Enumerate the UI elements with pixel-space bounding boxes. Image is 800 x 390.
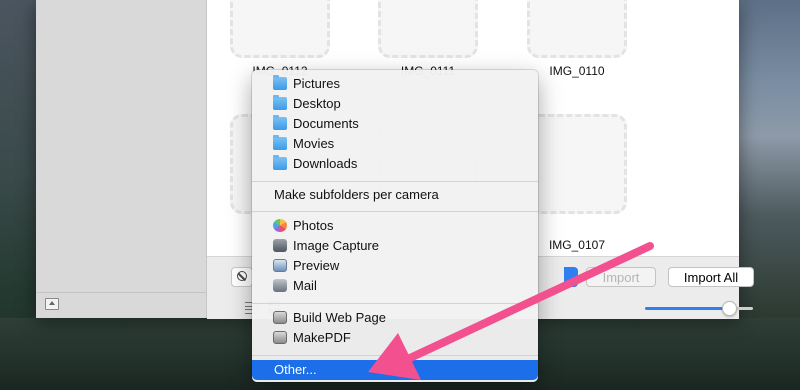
- image-thumbnail[interactable]: [527, 0, 627, 58]
- folder-icon: [273, 135, 287, 150]
- thumbnail-size-slider-knob[interactable]: [722, 301, 738, 316]
- menu-item-label: Movies: [293, 136, 335, 151]
- automator-icon: [273, 311, 287, 324]
- folder-icon: [273, 155, 287, 170]
- import-button[interactable]: Import: [586, 267, 656, 287]
- menu-separator: [252, 303, 538, 304]
- image-thumbnail[interactable]: [230, 0, 330, 58]
- menu-separator: [252, 211, 538, 212]
- menu-item-label: Photos: [293, 218, 334, 233]
- preview-icon: [273, 259, 287, 272]
- menu-item-documents[interactable]: Documents: [252, 114, 538, 134]
- folder-icon: [273, 115, 287, 130]
- image-thumbnail[interactable]: [378, 0, 478, 58]
- menu-item-other[interactable]: Other...: [252, 360, 538, 380]
- menu-item-photos[interactable]: Photos: [252, 216, 538, 236]
- menu-item-label: Mail: [293, 278, 317, 293]
- mail-icon: [273, 279, 287, 292]
- menu-item-make-subfolders[interactable]: Make subfolders per camera: [252, 185, 538, 205]
- import-destination-stepper[interactable]: [564, 267, 578, 287]
- delete-icon[interactable]: [231, 267, 253, 287]
- menu-item-label: Make subfolders per camera: [274, 187, 439, 202]
- menu-item-label: Downloads: [293, 156, 358, 171]
- menu-item-label: Pictures: [293, 76, 340, 91]
- sidebar-toggle-icon[interactable]: [45, 298, 59, 310]
- menu-item-downloads[interactable]: Downloads: [252, 154, 538, 174]
- photos-icon: [273, 219, 287, 232]
- menu-item-makepdf[interactable]: MakePDF: [252, 328, 538, 348]
- image-capture-icon: [273, 239, 287, 252]
- menu-item-build-web-page[interactable]: Build Web Page: [252, 308, 538, 328]
- menu-item-desktop[interactable]: Desktop: [252, 94, 538, 114]
- menu-item-label: Preview: [293, 258, 340, 273]
- automator-icon: [273, 331, 287, 344]
- menu-item-label: Build Web Page: [293, 310, 386, 325]
- menu-item-label: Image Capture: [293, 238, 379, 253]
- menu-item-label: Other...: [274, 362, 317, 377]
- menu-item-image-capture[interactable]: Image Capture: [252, 236, 538, 256]
- menu-separator: [252, 181, 538, 182]
- import-all-button[interactable]: Import All: [668, 267, 754, 287]
- menu-item-label: Desktop: [293, 96, 341, 111]
- folder-icon: [273, 75, 287, 90]
- image-thumbnail[interactable]: [527, 114, 627, 214]
- menu-item-label: Documents: [293, 116, 359, 131]
- sidebar-divider: [36, 292, 206, 293]
- menu-item-label: MakePDF: [293, 330, 351, 345]
- menu-separator: [252, 355, 538, 356]
- menu-item-movies[interactable]: Movies: [252, 134, 538, 154]
- menu-item-preview[interactable]: Preview: [252, 256, 538, 276]
- device-sidebar: [36, 0, 207, 318]
- folder-icon: [273, 95, 287, 110]
- menu-item-pictures[interactable]: Pictures: [252, 74, 538, 94]
- import-destination-menu: Pictures Desktop Documents Movies Downlo…: [252, 70, 538, 382]
- menu-item-mail[interactable]: Mail: [252, 276, 538, 296]
